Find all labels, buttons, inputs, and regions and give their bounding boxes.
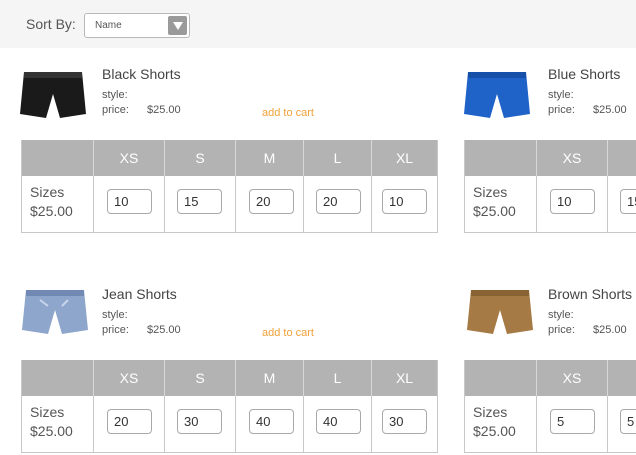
sort-bar: Sort By: Name [0,0,636,48]
column-divider [607,396,608,452]
column-divider [607,176,608,232]
column-divider [371,396,372,452]
price-label: price: [548,324,575,336]
price-label: price: [102,324,129,336]
column-divider [235,176,236,232]
column-divider [536,176,537,232]
sizes-title: Sizes [473,184,508,200]
size-header-l: L [303,360,371,396]
quantity-input-s[interactable]: 5 [620,409,636,434]
sizes-title: Sizes [30,404,65,420]
size-header-xs: XS [536,360,607,396]
size-header-xl: XL [371,140,437,176]
product-name[interactable]: Jean Shorts [102,286,177,302]
quantity-input-l[interactable]: 20 [316,189,361,214]
quantity-input-l[interactable]: 40 [316,409,361,434]
size-header-xs: XS [536,140,607,176]
add-to-cart-link[interactable]: add to cart [262,327,314,339]
add-to-cart-link[interactable]: add to cart [262,107,314,119]
size-header-xs: XS [93,140,164,176]
column-divider [235,396,236,452]
size-grid: XS Sizes $25.00 10 15 [464,140,636,233]
size-header-l: L [303,140,371,176]
price-value: $25.00 [593,324,627,336]
product-name[interactable]: Blue Shorts [548,66,620,82]
quantity-input-s[interactable]: 15 [620,189,636,214]
sizes-label: Sizes $25.00 [473,403,516,441]
sizes-price: $25.00 [473,423,516,439]
price-value: $25.00 [147,104,181,116]
column-divider [303,176,304,232]
size-header-s [607,140,636,176]
product-name[interactable]: Black Shorts [102,66,181,82]
sizes-label: Sizes $25.00 [473,183,516,221]
sizes-price: $25.00 [30,423,73,439]
sizes-title: Sizes [473,404,508,420]
quantity-input-xs[interactable]: 10 [107,189,152,214]
size-header-row: XS S M L XL [22,140,437,176]
size-header-row: XS [465,140,636,176]
quantity-input-s[interactable]: 15 [177,189,222,214]
style-label: style: [102,309,128,321]
sort-by-value: Name [95,20,122,31]
price-value: $25.00 [593,104,627,116]
style-label: style: [548,89,574,101]
jean-shorts-image [22,290,88,334]
quantity-input-xl[interactable]: 30 [382,409,427,434]
column-divider [164,396,165,452]
style-label: style: [102,89,128,101]
sizes-label: Sizes $25.00 [30,183,73,221]
column-divider [164,176,165,232]
size-header-s: S [164,140,235,176]
size-grid: XS Sizes $25.00 5 5 [464,360,636,453]
column-divider [303,396,304,452]
size-header-xs: XS [93,360,164,396]
quantity-input-m[interactable]: 20 [249,189,294,214]
size-grid: XS S M L XL Sizes $25.00 10 15 20 20 10 [21,140,438,233]
column-divider [93,176,94,232]
size-header-xl: XL [371,360,437,396]
column-divider [371,176,372,232]
quantity-input-m[interactable]: 40 [249,409,294,434]
price-value: $25.00 [147,324,181,336]
black-shorts-image [20,72,86,118]
quantity-input-xl[interactable]: 10 [382,189,427,214]
size-header-row: XS [465,360,636,396]
price-label: price: [102,104,129,116]
sizes-title: Sizes [30,184,65,200]
size-header-m: M [235,140,303,176]
sizes-label: Sizes $25.00 [30,403,73,441]
quantity-input-xs[interactable]: 10 [550,189,595,214]
size-header-m: M [235,360,303,396]
sizes-price: $25.00 [30,203,73,219]
sort-by-select[interactable]: Name [84,13,190,38]
quantity-input-s[interactable]: 30 [177,409,222,434]
price-label: price: [548,104,575,116]
sizes-price: $25.00 [473,203,516,219]
size-header-row: XS S M L XL [22,360,437,396]
chevron-down-icon[interactable] [168,16,187,35]
sort-by-label: Sort By: [26,16,76,32]
column-divider [536,396,537,452]
product-name[interactable]: Brown Shorts [548,286,632,302]
quantity-input-xs[interactable]: 20 [107,409,152,434]
quantity-input-xs[interactable]: 5 [550,409,595,434]
brown-shorts-image [467,290,533,334]
blue-shorts-image [464,72,530,118]
size-header-s [607,360,636,396]
size-grid: XS S M L XL Sizes $25.00 20 30 40 40 30 [21,360,438,453]
size-header-s: S [164,360,235,396]
column-divider [93,396,94,452]
style-label: style: [548,309,574,321]
